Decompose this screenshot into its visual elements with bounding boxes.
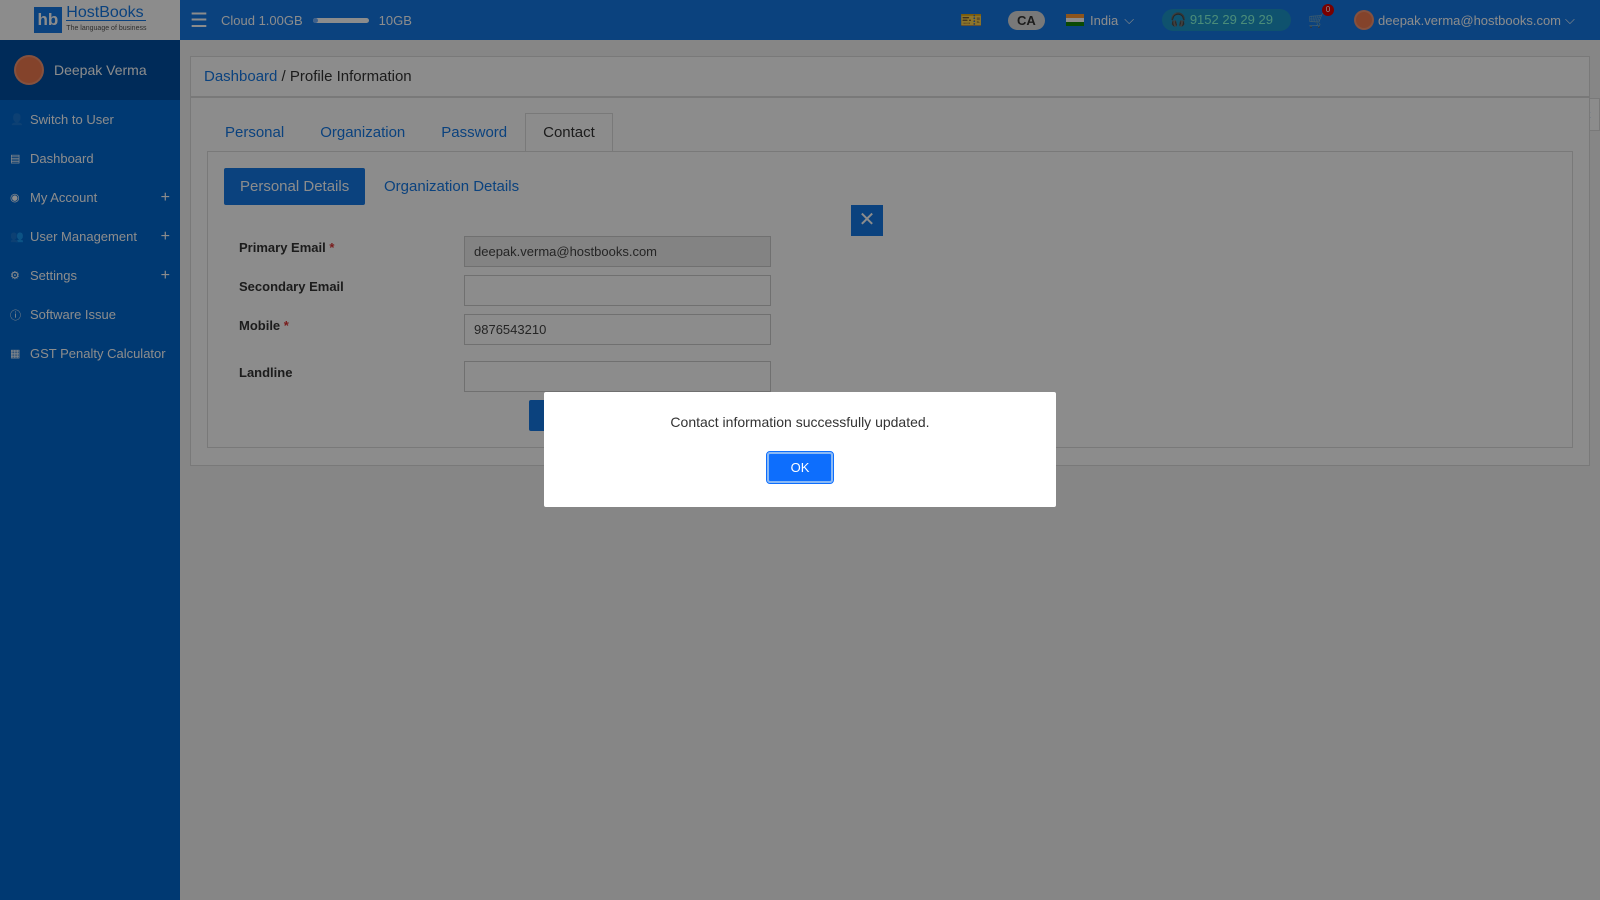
ok-button[interactable]: OK (766, 451, 834, 484)
dialog-message: Contact information successfully updated… (670, 414, 930, 430)
success-dialog: Contact information successfully updated… (544, 392, 1056, 507)
